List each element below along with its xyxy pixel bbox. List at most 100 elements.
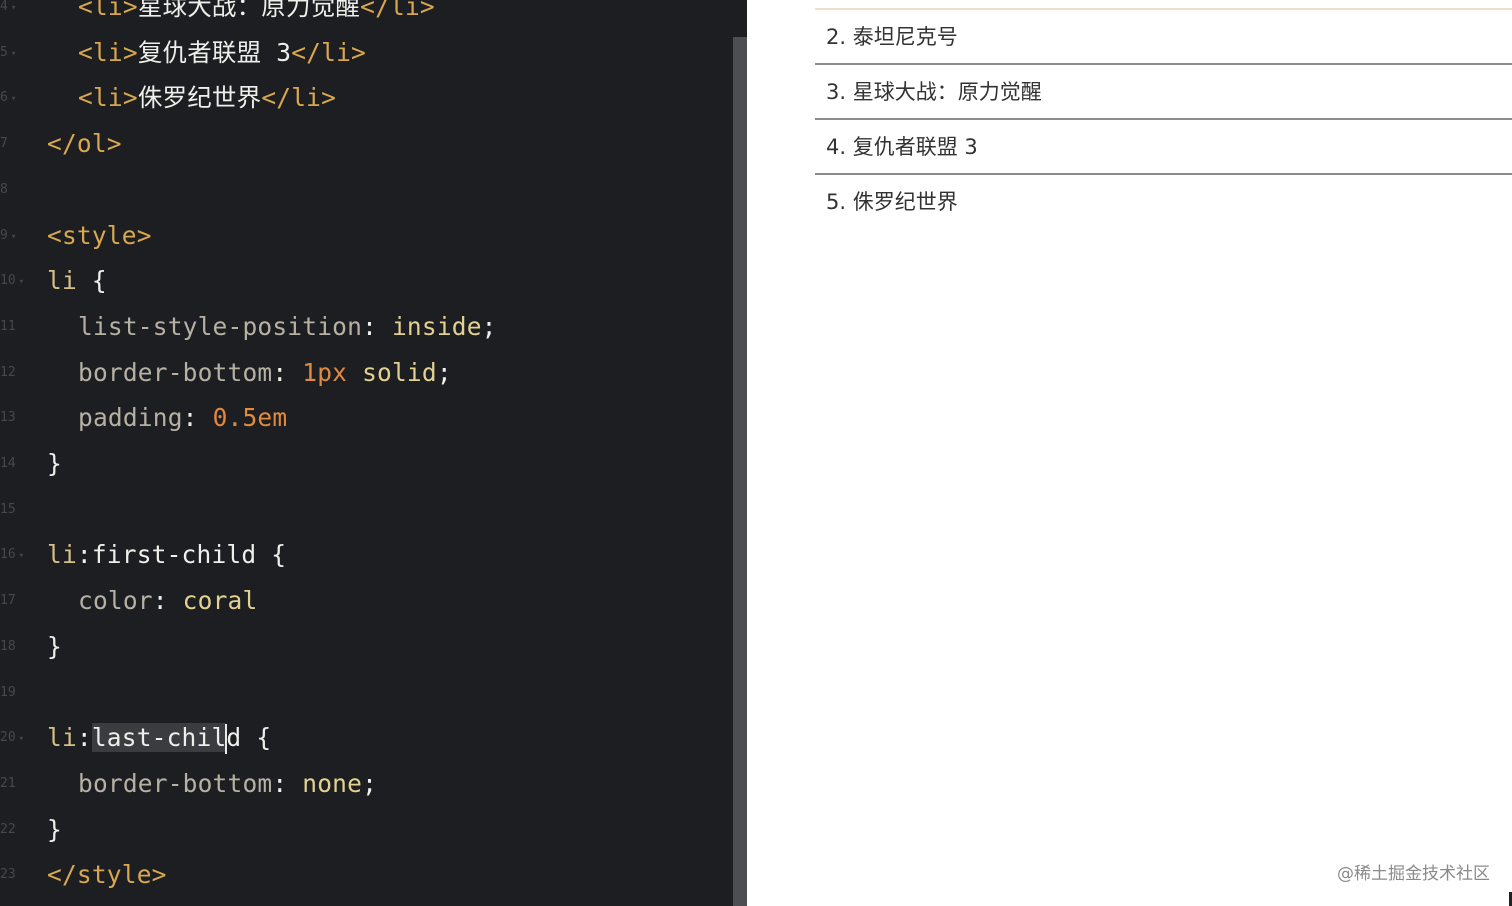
fold-arrow-icon[interactable]: ▾ xyxy=(19,551,24,561)
line-number-text: 6 xyxy=(0,90,8,106)
code-text: color: coral xyxy=(78,584,257,618)
line-number: 20 ▾ xyxy=(0,721,44,755)
line-number-text: 10 xyxy=(0,273,16,289)
code-token: d xyxy=(226,723,242,753)
code-text: <style> xyxy=(47,219,152,253)
code-text: padding: 0.5em xyxy=(78,401,287,435)
line-number: 14 xyxy=(0,447,44,481)
line-number: 23 xyxy=(0,858,44,892)
fold-arrow-icon[interactable]: ▾ xyxy=(11,49,16,59)
code-text: <li>复仇者联盟 3</li> xyxy=(78,36,366,70)
code-token: border-bottom xyxy=(78,357,273,387)
code-token: li xyxy=(47,266,77,296)
fold-arrow-icon[interactable]: ▾ xyxy=(11,94,16,104)
code-text: border-bottom: none; xyxy=(78,767,377,801)
line-number-text: 9 xyxy=(0,227,8,243)
code-token: <style> xyxy=(47,220,152,250)
line-number-text: 4 xyxy=(0,0,8,14)
code-token: none xyxy=(302,768,363,798)
fold-arrow-icon[interactable]: ▾ xyxy=(19,734,24,744)
line-number-text: 8 xyxy=(0,181,8,197)
selected-text: last-chil xyxy=(91,723,227,753)
line-number: 12 xyxy=(0,356,44,390)
line-number: 11 xyxy=(0,310,44,344)
code-text: border-bottom: 1px solid; xyxy=(78,356,452,390)
code-editor[interactable]: 4 ▾ <li>星球大战：原力觉醒</li> 5 ▾ <li>复仇者联盟 3</li> 6 ▾… xyxy=(0,0,747,906)
code-line[interactable]: 9 ▾ <style> xyxy=(0,219,733,253)
code-text: li:first-child { xyxy=(47,538,286,572)
fold-arrow-icon[interactable]: ▾ xyxy=(11,3,16,13)
code-line[interactable]: 7 </ol> xyxy=(0,127,733,161)
code-line[interactable]: 19 xyxy=(0,676,733,710)
code-token: list-style-position xyxy=(78,311,363,341)
code-text: li { xyxy=(47,264,107,298)
list-item: 2. 泰坦尼克号 xyxy=(815,10,1512,65)
line-number-text: 23 xyxy=(0,867,16,883)
line-number-text: 17 xyxy=(0,593,16,609)
code-token: 复仇者联盟 3 xyxy=(137,37,292,67)
line-number: 18 xyxy=(0,630,44,664)
code-line[interactable]: 20 ▾ li:last-child { xyxy=(0,721,733,755)
code-token: } xyxy=(47,631,62,661)
code-text: <li>星球大战：原力觉醒</li> xyxy=(78,0,435,24)
code-token: padding xyxy=(78,403,183,433)
fold-arrow-icon[interactable]: ▾ xyxy=(11,232,16,242)
code-token: } xyxy=(47,449,62,478)
line-number: 7 xyxy=(0,127,44,161)
code-token: solid xyxy=(362,357,437,387)
line-number-text: 16 xyxy=(0,547,16,563)
code-token: { xyxy=(256,540,287,570)
code-line[interactable]: 22} xyxy=(0,813,733,847)
code-text: list-style-position: inside; xyxy=(78,310,497,344)
code-line[interactable]: 6 ▾ <li>侏罗纪世界</li> xyxy=(0,81,733,115)
code-token: { xyxy=(76,266,107,296)
rendered-list: 2. 泰坦尼克号 3. 星球大战：原力觉醒 4. 复仇者联盟 3 5. 侏罗纪世… xyxy=(815,10,1512,230)
code-token: <li> xyxy=(78,0,138,21)
watermark: @稀土掘金技术社区 xyxy=(1337,864,1490,884)
code-token: </li> xyxy=(360,0,435,21)
code-token: : xyxy=(76,723,92,753)
line-number: 13 xyxy=(0,401,44,435)
code-line[interactable]: 14} xyxy=(0,447,733,481)
code-line[interactable]: 21 border-bottom: none; xyxy=(0,767,733,801)
line-number: 6 ▾ xyxy=(0,81,44,115)
line-number: 5 ▾ xyxy=(0,36,44,70)
code-line[interactable]: 17 color: coral xyxy=(0,584,733,618)
line-number: 17 xyxy=(0,584,44,618)
editor-scrollbar[interactable] xyxy=(733,37,747,906)
line-number-text: 20 xyxy=(0,730,16,746)
code-line[interactable]: 10 ▾ li { xyxy=(0,264,733,298)
line-number: 15 xyxy=(0,493,44,527)
code-token: li xyxy=(47,723,77,753)
code-token: : xyxy=(362,311,392,341)
code-text: } xyxy=(47,447,62,481)
fold-arrow-icon[interactable]: ▾ xyxy=(19,277,24,287)
code-token: <li> xyxy=(78,83,138,113)
code-line[interactable]: 4 ▾ <li>星球大战：原力觉醒</li> xyxy=(0,0,733,24)
code-token: 1px xyxy=(302,357,348,387)
app-window: 4 ▾ <li>星球大战：原力觉醒</li> 5 ▾ <li>复仇者联盟 3</li> 6 ▾… xyxy=(0,0,1512,906)
code-line[interactable]: 18} xyxy=(0,630,733,664)
code-line[interactable]: 13 padding: 0.5em xyxy=(0,401,733,435)
code-line[interactable]: 23 </style> xyxy=(0,858,733,892)
code-token: </ol> xyxy=(47,129,122,159)
line-number-text: 5 xyxy=(0,44,8,60)
code-token: { xyxy=(241,723,272,753)
code-token: 侏罗纪世界 xyxy=(137,83,262,113)
code-token: </style> xyxy=(47,860,167,890)
code-line[interactable]: 5 ▾ <li>复仇者联盟 3</li> xyxy=(0,36,733,70)
code-text: <li>侏罗纪世界</li> xyxy=(78,81,336,115)
code-text: </ol> xyxy=(47,127,122,161)
code-token: ; xyxy=(362,768,378,798)
code-text: } xyxy=(47,630,62,664)
code-line[interactable]: 15 xyxy=(0,493,733,527)
list-item: 3. 星球大战：原力觉醒 xyxy=(815,65,1512,120)
code-line[interactable]: 11 list-style-position: inside; xyxy=(0,310,733,344)
code-line[interactable]: 12 border-bottom: 1px solid; xyxy=(0,356,733,390)
line-number: 16 ▾ xyxy=(0,538,44,572)
code-token: : xyxy=(272,357,303,387)
code-line[interactable]: 8 xyxy=(0,173,733,207)
preview-pane: 2. 泰坦尼克号 3. 星球大战：原力觉醒 4. 复仇者联盟 3 5. 侏罗纪世… xyxy=(747,0,1512,906)
code-line[interactable]: 16 ▾ li:first-child { xyxy=(0,538,733,572)
